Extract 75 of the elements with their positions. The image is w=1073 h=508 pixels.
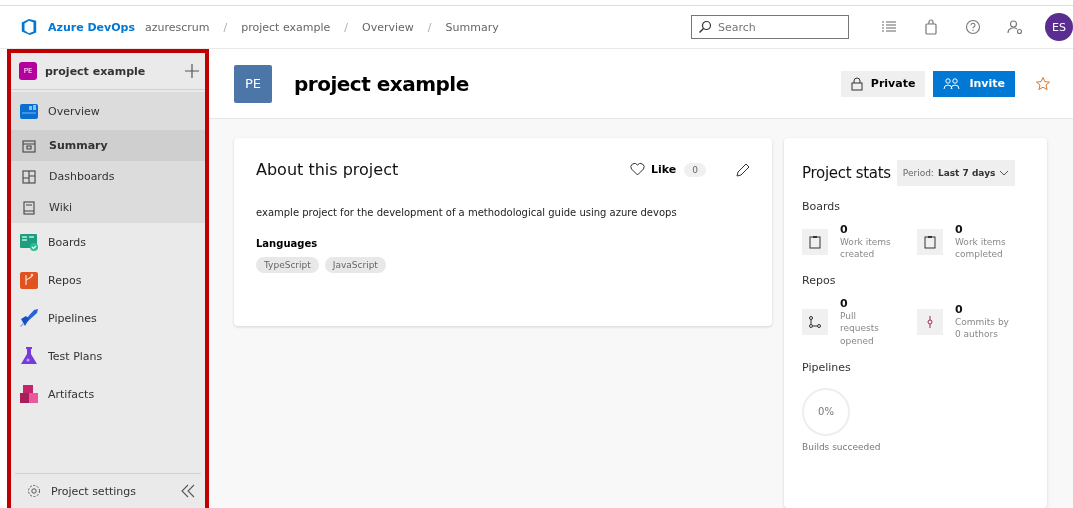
rocket-icon <box>19 308 39 328</box>
project-name[interactable]: project example <box>45 64 177 78</box>
pull-request-icon <box>802 309 828 335</box>
metric-label: Work items created <box>840 236 892 261</box>
project-title: project example <box>294 71 469 96</box>
sidebar-item[interactable]: Dashboards <box>11 161 205 192</box>
sidebar-item[interactable]: Summary <box>11 130 205 161</box>
section-heading: Boards <box>802 200 842 213</box>
project-avatar: PE <box>234 64 272 103</box>
section-heading: Pipelines <box>802 360 852 374</box>
clipboard-icon <box>802 228 828 255</box>
add-icon[interactable] <box>185 64 199 78</box>
package-icon <box>19 384 39 404</box>
period-dropdown[interactable]: Period: Last 7 days <box>896 160 1016 186</box>
repos-icon <box>19 270 39 290</box>
metric-value: 0 <box>840 297 849 311</box>
commit-icon <box>917 309 943 335</box>
breadcrumb-separator: / <box>427 20 432 34</box>
star-icon[interactable] <box>1035 75 1051 92</box>
sidebar-item[interactable]: Test Plans <box>11 337 205 375</box>
edit-icon[interactable] <box>736 162 750 177</box>
brand-link[interactable]: Azure DevOps <box>48 20 135 34</box>
section-heading: Repos <box>802 274 837 288</box>
builds-label: Builds succeeded <box>802 441 882 452</box>
sidebar-item[interactable]: Pipelines <box>11 299 205 337</box>
card-title: About this project <box>256 160 399 179</box>
settings-icon <box>27 484 41 498</box>
languages-heading: Languages <box>256 238 319 249</box>
search-icon <box>698 20 712 34</box>
metric-value: 0 <box>955 303 964 317</box>
task-list-icon[interactable] <box>881 19 897 35</box>
breadcrumb-separator: / <box>223 20 228 34</box>
help-icon[interactable] <box>965 19 981 35</box>
sidebar-item[interactable]: Wiki <box>11 192 205 223</box>
sidebar-item[interactable]: Overview <box>11 92 205 130</box>
user-avatar[interactable]: ES <box>1045 13 1073 41</box>
sidebar-item[interactable]: Artifacts <box>11 375 205 413</box>
azure-devops-logo-icon[interactable] <box>20 18 38 36</box>
project-description: example project for the development of a methodological guide using azure devops <box>256 207 678 218</box>
metric-label: Pull requests opened <box>840 310 880 347</box>
book-icon <box>21 199 37 216</box>
lock-icon <box>850 76 863 91</box>
language-tag: JavaScript <box>324 257 386 273</box>
collapse-icon[interactable] <box>181 484 195 498</box>
user-settings-icon[interactable] <box>1007 19 1023 35</box>
sidebar-item[interactable]: Repos <box>11 261 205 299</box>
language-tag: TypeScript <box>256 257 319 273</box>
chevron-down-icon <box>999 170 1010 176</box>
like-count: 0 <box>684 162 706 177</box>
shopping-bag-icon[interactable] <box>923 19 939 35</box>
people-icon <box>943 76 962 91</box>
invite-button[interactable]: Invite <box>933 70 1015 97</box>
flask-icon <box>19 346 39 366</box>
private-button[interactable]: Private <box>840 70 926 97</box>
heart-icon <box>630 163 645 176</box>
builds-ring: 0% <box>802 387 850 436</box>
breadcrumb-link[interactable]: azurescrum <box>145 20 210 34</box>
metric-value: 0 <box>955 223 964 236</box>
breadcrumb-link[interactable]: Overview <box>362 20 414 34</box>
like-button[interactable]: Like <box>630 163 677 176</box>
breadcrumb-separator: / <box>344 20 348 34</box>
card-title: Project stats <box>802 164 891 182</box>
clipboard-icon <box>917 228 943 255</box>
boards-icon <box>19 232 39 252</box>
metric-label: Work items completed <box>955 236 1007 261</box>
project-settings-link[interactable]: Project settings <box>51 484 171 498</box>
dashboard-icon <box>21 168 37 185</box>
metric-label: Commits by 0 authors <box>955 316 1009 341</box>
breadcrumb-link[interactable]: Summary <box>445 20 499 34</box>
metric-value: 0 <box>840 223 849 236</box>
breadcrumb-link[interactable]: project example <box>241 20 331 34</box>
summary-icon <box>21 137 37 154</box>
search-field[interactable]: Search <box>691 15 849 39</box>
sidebar-item[interactable]: Boards <box>11 223 205 261</box>
overview-icon <box>19 101 39 121</box>
